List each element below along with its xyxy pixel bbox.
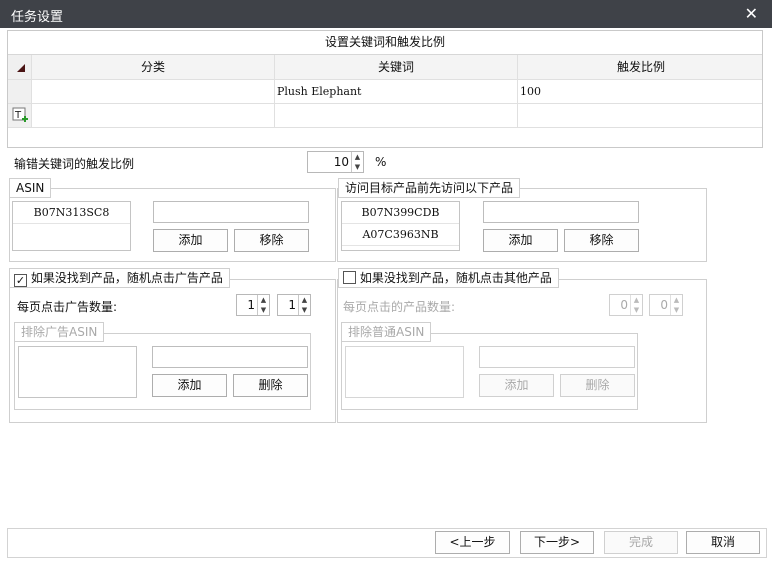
spin-up-icon[interactable]: ▲ (299, 295, 310, 305)
exclude-other-input[interactable] (479, 346, 635, 368)
exclude-other-list[interactable] (345, 346, 464, 398)
other-count-min-stepper[interactable]: 0 ▲▼ (609, 294, 643, 316)
ad-count-label: 每页点击广告数量: (17, 298, 117, 315)
cell-ratio[interactable]: 100 (518, 80, 764, 103)
column-header-category[interactable]: 分类 (32, 55, 275, 79)
title-bar: 任务设置 ✕ (0, 0, 772, 28)
exclude-other-legend: 排除普通ASIN (341, 322, 431, 342)
exclude-ad-list[interactable] (18, 346, 137, 398)
exclude-ad-delete-button[interactable]: 删除 (233, 374, 308, 397)
asin-remove-button[interactable]: 移除 (234, 229, 309, 252)
exclude-other-delete-button[interactable]: 删除 (560, 374, 635, 397)
grid-caption: 设置关键词和触发比例 (8, 31, 762, 55)
cancel-button[interactable]: 取消 (686, 531, 760, 554)
ad-count-max-stepper[interactable]: 1 ▲▼ (277, 294, 311, 316)
next-button[interactable]: 下一步> (520, 531, 594, 554)
new-row[interactable]: T (8, 104, 762, 128)
cell-keyword[interactable]: Plush Elephant (275, 80, 518, 103)
list-item[interactable]: A07C3963NB (342, 224, 459, 246)
exclude-other-add-button[interactable]: 添加 (479, 374, 554, 397)
asin-input[interactable] (153, 201, 309, 223)
grid-header-row: 分类 关键词 触发比例 (8, 55, 762, 80)
spin-up-icon[interactable]: ▲ (631, 295, 642, 305)
finish-button[interactable]: 完成 (604, 531, 678, 554)
visit-first-add-button[interactable]: 添加 (483, 229, 558, 252)
other-count-max-stepper[interactable]: 0 ▲▼ (649, 294, 683, 316)
visit-first-legend: 访问目标产品前先访问以下产品 (338, 178, 520, 198)
ad-fallback-label[interactable]: 如果没找到产品，随机点击广告产品 (31, 271, 223, 285)
svg-text:T: T (14, 110, 22, 121)
typo-ratio-value: 10 (334, 155, 349, 169)
column-header-ratio[interactable]: 触发比例 (518, 55, 764, 79)
select-all-icon[interactable] (8, 55, 32, 79)
ad-count-min-stepper[interactable]: 1 ▲▼ (236, 294, 270, 316)
other-fallback-checkbox[interactable] (343, 271, 356, 284)
other-count-max-value: 0 (660, 298, 668, 312)
visit-first-remove-button[interactable]: 移除 (564, 229, 639, 252)
other-fallback-label[interactable]: 如果没找到产品，随机点击其他产品 (360, 271, 552, 285)
typo-ratio-label: 输错关键词的触发比例 (14, 155, 134, 172)
visit-first-input[interactable] (483, 201, 639, 223)
visit-first-list[interactable]: B07N399CDB A07C3963NB (341, 201, 460, 251)
typo-ratio-unit: % (375, 155, 386, 169)
other-count-min-value: 0 (620, 298, 628, 312)
window-title: 任务设置 (11, 6, 63, 25)
column-header-keyword[interactable]: 关键词 (275, 55, 518, 79)
ad-fallback-legend[interactable]: ✓ 如果没找到产品，随机点击广告产品 (9, 268, 230, 288)
exclude-ad-legend: 排除广告ASIN (14, 322, 104, 342)
spin-down-icon[interactable]: ▼ (671, 305, 682, 315)
exclude-ad-input[interactable] (152, 346, 308, 368)
close-icon[interactable]: ✕ (745, 4, 758, 23)
keyword-grid: 设置关键词和触发比例 分类 关键词 触发比例 Plush Elephant 10… (7, 30, 763, 148)
spin-down-icon[interactable]: ▼ (299, 305, 310, 315)
typo-ratio-stepper[interactable]: 10 ▲▼ (307, 151, 364, 173)
spin-down-icon[interactable]: ▼ (258, 305, 269, 315)
ad-count-min-value: 1 (247, 298, 255, 312)
spin-down-icon[interactable]: ▼ (631, 305, 642, 315)
spin-up-icon[interactable]: ▲ (671, 295, 682, 305)
asin-legend: ASIN (9, 178, 51, 198)
table-row[interactable]: Plush Elephant 100 (8, 80, 762, 104)
ad-fallback-checkbox[interactable]: ✓ (14, 274, 27, 287)
cell-category[interactable] (32, 80, 275, 103)
new-row-icon[interactable]: T (8, 104, 32, 127)
exclude-ad-add-button[interactable]: 添加 (152, 374, 227, 397)
list-item[interactable]: B07N399CDB (342, 202, 459, 224)
prev-button[interactable]: <上一步 (435, 531, 510, 554)
asin-list[interactable]: B07N313SC8 (12, 201, 131, 251)
spin-up-icon[interactable]: ▲ (352, 152, 363, 162)
other-fallback-legend[interactable]: 如果没找到产品，随机点击其他产品 (338, 268, 559, 288)
asin-add-button[interactable]: 添加 (153, 229, 228, 252)
row-header[interactable] (8, 80, 32, 103)
ad-count-max-value: 1 (288, 298, 296, 312)
new-row-keyword[interactable] (275, 104, 518, 127)
list-item[interactable]: B07N313SC8 (13, 202, 130, 224)
new-row-category[interactable] (32, 104, 275, 127)
other-count-label: 每页点击的产品数量: (343, 298, 455, 315)
spin-up-icon[interactable]: ▲ (258, 295, 269, 305)
spin-down-icon[interactable]: ▼ (352, 162, 363, 172)
